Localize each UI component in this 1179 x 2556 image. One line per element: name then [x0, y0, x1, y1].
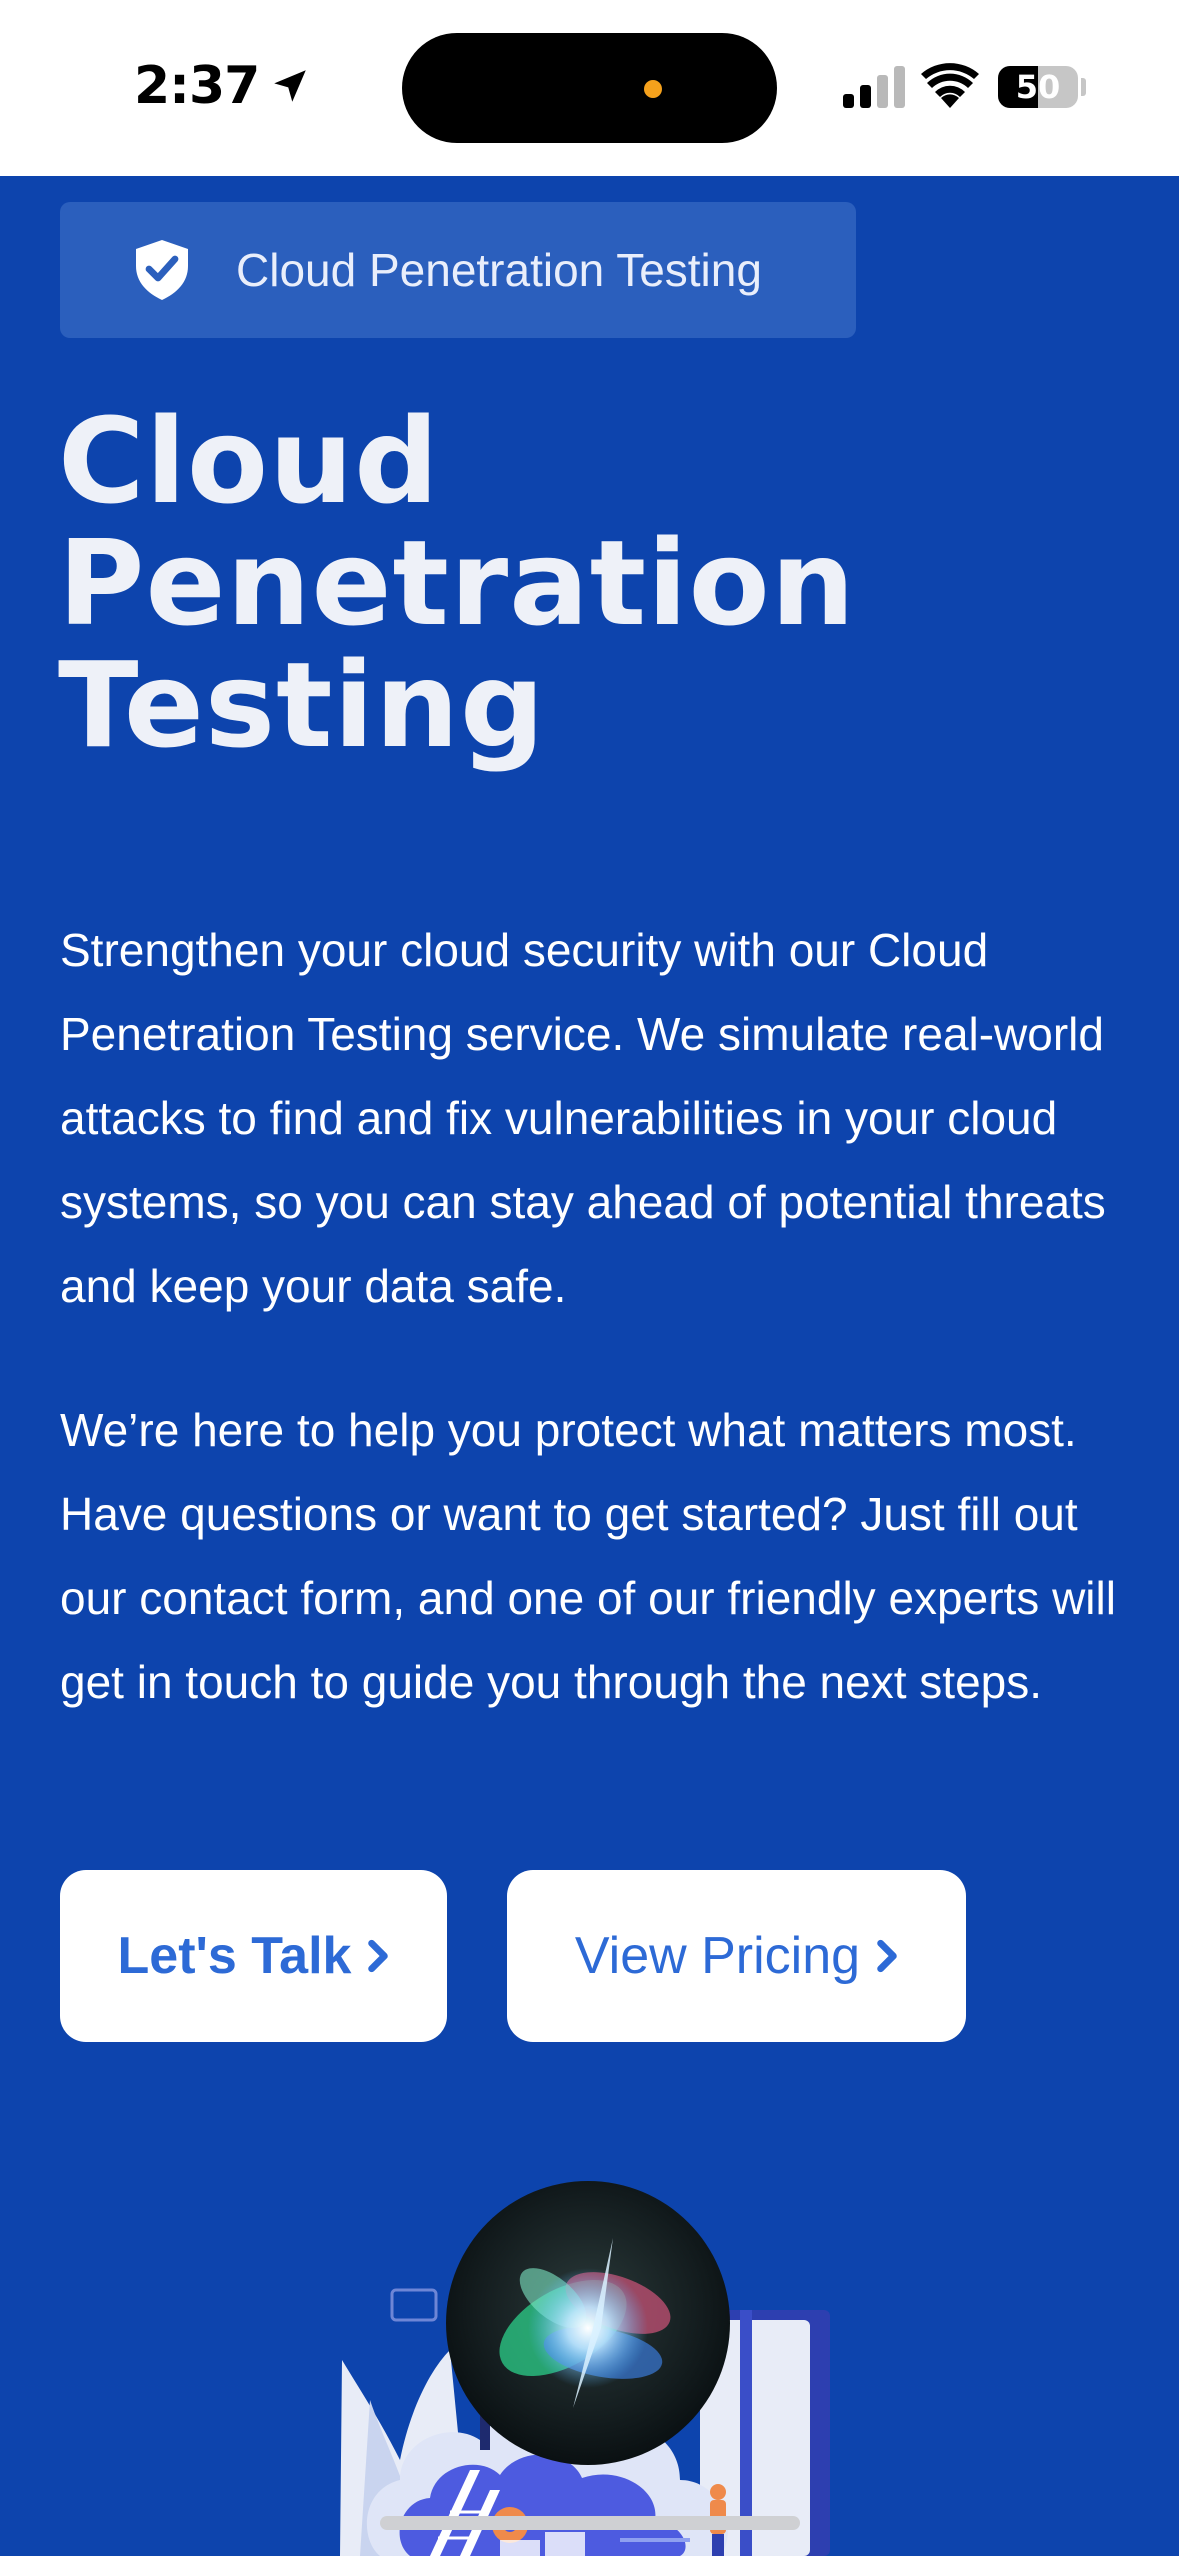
time-display: 2:37 — [134, 56, 311, 116]
title-line-2: Penetration — [58, 514, 856, 652]
shield-check-icon — [136, 240, 188, 300]
view-pricing-label: View Pricing — [574, 1927, 861, 1985]
cellular-signal-icon — [843, 66, 905, 108]
contact-paragraph: We’re here to help you protect what matt… — [60, 1404, 1116, 1708]
view-pricing-button[interactable]: View Pricing — [507, 1870, 966, 2042]
chevron-right-icon — [368, 1939, 389, 1973]
status-bar: 2:37 50 — [0, 0, 1179, 176]
home-indicator[interactable] — [380, 2516, 800, 2530]
title-line-3: Testing — [58, 636, 546, 774]
siri-orb-icon — [446, 2181, 730, 2465]
lets-talk-label: Let's Talk — [117, 1927, 352, 1985]
title-line-1: Cloud — [58, 392, 440, 530]
wifi-icon — [921, 63, 979, 108]
service-badge: Cloud Penetration Testing — [60, 202, 856, 338]
battery-cap — [1081, 78, 1086, 96]
dynamic-island — [402, 33, 777, 143]
intro-paragraph: Strengthen your cloud security with our … — [60, 924, 1106, 1312]
battery-percentage: 50 — [1015, 68, 1061, 106]
chevron-right-icon — [877, 1939, 897, 1973]
privacy-indicator-dot — [644, 80, 662, 98]
location-arrow-icon — [274, 70, 307, 102]
page-title: Cloud Penetration Testing — [58, 400, 1058, 766]
lets-talk-button[interactable]: Let's Talk — [60, 1870, 447, 2042]
clock-time: 2:37 — [134, 56, 260, 116]
battery-icon: 50 — [998, 66, 1078, 108]
badge-label: Cloud Penetration Testing — [236, 244, 762, 296]
